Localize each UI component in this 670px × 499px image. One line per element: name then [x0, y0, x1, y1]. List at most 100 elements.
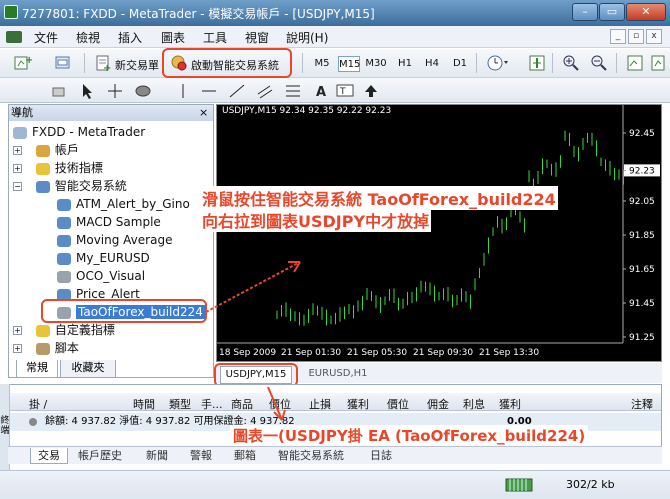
mdi-restore-button[interactable]: ▫ — [628, 29, 644, 44]
tab-favorites[interactable]: 收藏夾 — [60, 360, 116, 378]
col-comment[interactable]: 注釋 — [631, 396, 653, 412]
tab-experts[interactable]: 智能交易系統 — [278, 448, 344, 464]
new-chart-icon[interactable]: + — [14, 54, 33, 72]
tab-news[interactable]: 新聞 — [146, 448, 168, 464]
profiles-icon[interactable] — [54, 54, 72, 72]
tab-mailbox[interactable]: 郵箱 — [234, 448, 256, 464]
expand-icon[interactable]: + — [13, 326, 22, 335]
periods-clock-icon[interactable] — [486, 54, 508, 72]
tab-alerts[interactable]: 警報 — [190, 448, 212, 464]
custom-indicators-icon — [35, 324, 50, 337]
maximize-button[interactable]: ▭ — [599, 3, 625, 21]
timeframe-m15[interactable]: M15 — [338, 56, 360, 72]
terminal-side-label: 終端 — [0, 416, 10, 436]
expert-advisors-icon — [35, 180, 50, 193]
chart-tab-usdjpy[interactable]: USDJPY,M15 — [220, 366, 292, 384]
arrow-cursor-icon[interactable] — [78, 82, 96, 100]
tree-item-ea[interactable]: My_EURUSD — [57, 249, 150, 267]
menu-tools[interactable]: 工具 — [203, 29, 227, 46]
hand-cursor-icon[interactable] — [50, 82, 68, 100]
fibonacci-icon[interactable] — [284, 82, 302, 100]
menu-bar: 文件 檢視 插入 圖表 工具 視窗 說明(H) _ ▫ x — [0, 26, 670, 48]
tab-common[interactable]: 常規 — [16, 360, 58, 378]
chart-shift-icon[interactable] — [626, 54, 644, 72]
new-order-button[interactable]: 新交易單 — [115, 57, 159, 73]
col-sl[interactable]: 止損 — [309, 396, 331, 412]
chart-doc-icon[interactable] — [6, 31, 22, 43]
expand-icon[interactable]: + — [13, 344, 22, 353]
mdi-close-button[interactable]: x — [646, 29, 662, 44]
mdi-minimize-button[interactable]: _ — [610, 29, 626, 44]
navigator-close-icon[interactable]: × — [199, 106, 208, 119]
menu-charts[interactable]: 圖表 — [161, 29, 185, 46]
col-price2[interactable]: 價位 — [387, 396, 409, 412]
col-commission[interactable]: 佣金 — [427, 396, 449, 412]
col-time[interactable]: 時間 — [133, 396, 155, 412]
chart-template-icon[interactable] — [528, 54, 546, 72]
col-symbol[interactable]: 商品 — [231, 396, 253, 412]
channel-icon[interactable] — [256, 82, 274, 100]
col-swap[interactable]: 利息 — [463, 396, 485, 412]
timeframe-d1[interactable]: D1 — [449, 56, 471, 72]
svg-text:A: A — [316, 85, 326, 100]
tree-item-ea[interactable]: ATM_Alert_by_Gino — [57, 195, 190, 213]
annotation-line2: 向右拉到圖表USDJPY中才放掉 — [200, 208, 432, 232]
ea-icon — [57, 306, 71, 319]
tree-item-ea[interactable]: OCO_Visual — [57, 267, 145, 285]
col-profit[interactable]: 獲利 — [499, 396, 521, 412]
text-tool-icon[interactable]: A — [312, 82, 330, 100]
tab-trade[interactable]: 交易 — [30, 448, 68, 464]
ea-icon — [57, 216, 71, 229]
chart-tab-eurusd[interactable]: EURUSD,H1 — [302, 366, 374, 384]
collapse-icon[interactable]: − — [13, 182, 22, 191]
chart-window[interactable]: 92.45 92.23 92.05 91.85 91.65 91.45 91.25 18 Se… — [216, 104, 662, 362]
vertical-line-icon[interactable] — [174, 82, 192, 100]
col-size[interactable]: 手... — [201, 396, 223, 412]
tree-item-expert-advisors[interactable]: − 智能交易系統 — [13, 177, 127, 195]
tab-journal[interactable]: 日誌 — [370, 448, 392, 464]
minimize-button[interactable]: – — [572, 3, 598, 21]
col-price[interactable]: 價位 — [269, 396, 291, 412]
tree-root[interactable]: FXDD - MetaTrader — [13, 123, 145, 141]
price-label: 91.85 — [629, 231, 655, 241]
tree-item-ea-selected[interactable]: TaoOfForex_build224 — [57, 303, 205, 321]
auto-trading-icon[interactable] — [170, 54, 188, 72]
horizontal-line-icon[interactable] — [200, 82, 218, 100]
menu-insert[interactable]: 插入 — [118, 29, 142, 46]
ea-icon — [57, 234, 71, 247]
tree-item-ea[interactable]: MACD Sample — [57, 213, 161, 231]
autoscroll-icon[interactable] — [650, 54, 668, 72]
timeframe-h1[interactable]: H1 — [394, 56, 416, 72]
tree-item-custom-indicators[interactable]: + 自定義指標 — [13, 321, 115, 339]
menu-file[interactable]: 文件 — [34, 29, 58, 46]
expand-icon[interactable]: + — [13, 164, 22, 173]
arrow-marker-icon[interactable] — [362, 82, 380, 100]
menu-window[interactable]: 視窗 — [245, 29, 269, 46]
auto-trading-button[interactable]: 啟動智能交易系統 — [191, 57, 279, 73]
zoom-in-icon[interactable] — [562, 54, 580, 72]
tree-item-scripts[interactable]: + 腳本 — [13, 339, 79, 357]
menu-view[interactable]: 檢視 — [76, 29, 100, 46]
col-tp[interactable]: 獲利 — [347, 396, 369, 412]
expand-icon[interactable]: + — [13, 146, 22, 155]
timeframe-m5[interactable]: M5 — [311, 56, 333, 72]
zoom-out-icon[interactable] — [590, 54, 608, 72]
col-type[interactable]: 類型 — [169, 396, 191, 412]
new-order-icon[interactable]: + — [94, 54, 112, 74]
price-label: 91.65 — [629, 265, 655, 275]
crosshair-icon[interactable] — [106, 82, 124, 100]
timeframe-m30[interactable]: M30 — [365, 56, 387, 72]
close-button[interactable]: ✕ — [626, 3, 666, 21]
app-icon — [4, 5, 18, 19]
timeframe-h4[interactable]: H4 — [421, 56, 443, 72]
tab-account-history[interactable]: 帳戶歷史 — [78, 448, 122, 464]
tree-item-indicators[interactable]: + 技術指標 — [13, 159, 103, 177]
tree-item-ea[interactable]: Moving Average — [57, 231, 172, 249]
text-label-icon[interactable]: T — [336, 82, 354, 100]
time-label: 21 Sep 05:30 — [347, 348, 407, 358]
trendline-icon[interactable] — [228, 82, 246, 100]
tree-item-accounts[interactable]: + 帳戶 — [13, 141, 79, 159]
col-order[interactable]: 掛 / — [29, 396, 47, 412]
menu-help[interactable]: 說明(H) — [286, 29, 328, 46]
ellipse-tool-icon[interactable] — [134, 82, 152, 100]
